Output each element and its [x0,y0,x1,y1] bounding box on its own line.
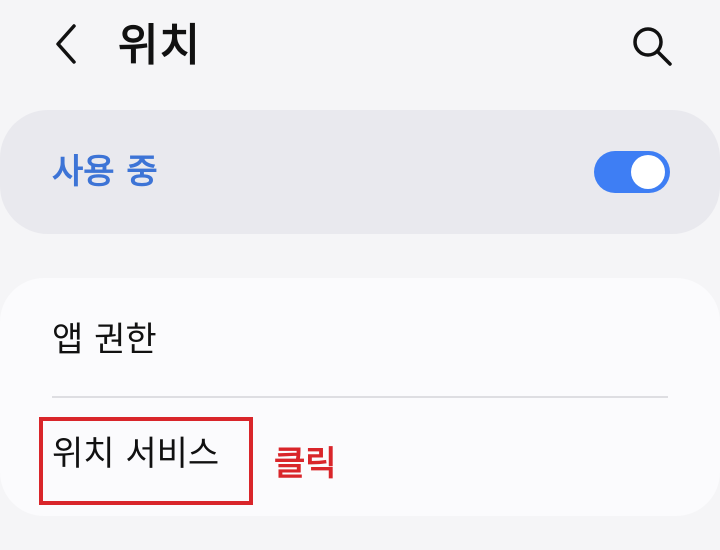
master-toggle-card[interactable]: 사용 중 [0,110,720,234]
click-annotation: 클릭 [274,444,337,484]
list-item-app-permissions[interactable]: 앱 권한 [0,278,720,396]
chevron-left-icon [56,24,76,64]
list-item-label: 앱 권한 [52,320,157,360]
search-icon [633,27,672,66]
back-button[interactable] [44,22,88,66]
app-header: 위치 [0,0,720,96]
search-button[interactable] [626,20,678,72]
toggle-label: 사용 중 [52,152,158,192]
highlight-box [39,417,253,505]
page-title: 위치 [118,20,201,71]
toggle-knob [631,155,665,189]
toggle-switch[interactable] [594,151,670,193]
